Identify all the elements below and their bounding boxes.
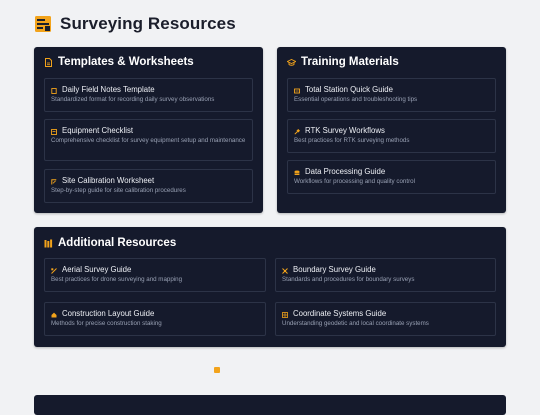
satellite-icon <box>294 128 301 135</box>
house-icon <box>51 311 57 318</box>
checklist-icon <box>51 128 57 135</box>
resource-card-total-station[interactable]: Total Station Quick Guide Essential oper… <box>287 78 496 112</box>
total-station-icon <box>294 87 300 94</box>
card-description: Standards and procedures for boundary su… <box>282 276 415 283</box>
card-description: Best practices for drone surveying and m… <box>51 276 183 283</box>
card-description: Essential operations and troubleshooting… <box>294 96 418 103</box>
training-panel: Training Materials Total Station Quick G… <box>277 47 506 213</box>
resource-card-data-processing[interactable]: Data Processing Guide Workflows for proc… <box>287 160 496 194</box>
card-description: Standardized format for recording daily … <box>51 96 215 103</box>
resource-card-daily-field-notes[interactable]: Daily Field Notes Template Standardized … <box>44 78 253 112</box>
resource-card-coordinate-systems[interactable]: Coordinate Systems Guide Understanding g… <box>275 302 496 336</box>
additional-panel-title: Additional Resources <box>44 237 176 249</box>
card-title: Total Station Quick Guide <box>305 85 393 94</box>
card-description: Best practices for RTK surveying methods <box>294 137 410 144</box>
bottom-panel <box>34 395 506 415</box>
card-title: Boundary Survey Guide <box>293 265 376 274</box>
resource-card-rtk-workflows[interactable]: RTK Survey Workflows Best practices for … <box>287 119 496 153</box>
drone-icon <box>51 267 57 274</box>
calibration-icon <box>51 178 57 185</box>
resource-card-site-calibration[interactable]: Site Calibration Worksheet Step-by-step … <box>44 169 253 203</box>
card-title: RTK Survey Workflows <box>305 126 385 135</box>
card-description: Workflows for processing and quality con… <box>294 178 415 185</box>
folder-icon <box>214 367 220 373</box>
survey-folder-icon <box>34 15 52 33</box>
document-icon <box>44 57 53 67</box>
card-title: Equipment Checklist <box>62 126 134 135</box>
card-title: Site Calibration Worksheet <box>62 176 155 185</box>
card-title: Daily Field Notes Template <box>62 85 155 94</box>
card-title: Aerial Survey Guide <box>62 265 132 274</box>
grid-icon <box>282 311 288 318</box>
resource-card-equipment-checklist[interactable]: Equipment Checklist Comprehensive checkl… <box>44 119 253 161</box>
templates-panel-title: Templates & Worksheets <box>44 56 194 68</box>
card-description: Comprehensive checklist for survey equip… <box>51 137 246 144</box>
resource-card-aerial-survey[interactable]: Aerial Survey Guide Best practices for d… <box>44 258 266 292</box>
page-header: Surveying Resources <box>34 12 236 36</box>
card-title: Coordinate Systems Guide <box>293 309 387 318</box>
page-title: Surveying Resources <box>60 14 236 33</box>
training-panel-title: Training Materials <box>286 56 399 68</box>
library-icon <box>44 239 53 248</box>
boundary-icon <box>282 267 288 274</box>
graduation-cap-icon <box>286 58 297 67</box>
database-icon <box>294 169 300 175</box>
card-title: Data Processing Guide <box>305 167 386 176</box>
card-title: Construction Layout Guide <box>62 309 155 318</box>
notebook-icon <box>51 87 57 94</box>
resource-card-boundary-survey[interactable]: Boundary Survey Guide Standards and proc… <box>275 258 496 292</box>
additional-panel: Additional Resources Aerial Survey Guide… <box>34 227 506 347</box>
card-description: Understanding geodetic and local coordin… <box>282 320 429 327</box>
templates-panel: Templates & Worksheets Daily Field Notes… <box>34 47 263 213</box>
resource-card-construction-layout[interactable]: Construction Layout Guide Methods for pr… <box>44 302 266 336</box>
card-description: Methods for precise construction staking <box>51 320 162 327</box>
card-description: Step-by-step guide for site calibration … <box>51 187 186 194</box>
